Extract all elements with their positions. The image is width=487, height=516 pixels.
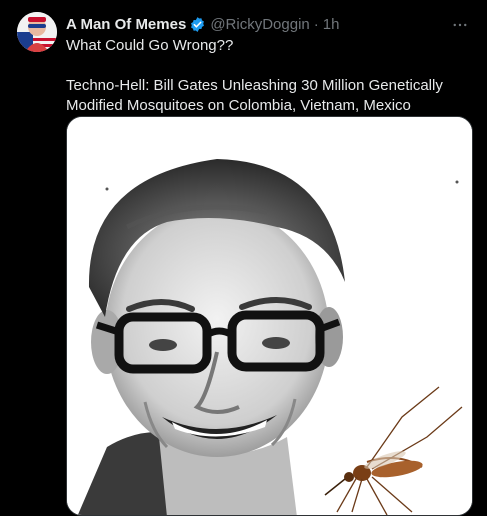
- verified-badge-icon: [189, 16, 206, 33]
- display-name[interactable]: A Man Of Memes: [66, 16, 186, 33]
- timestamp[interactable]: 1h: [323, 16, 340, 33]
- tweet-header: A Man Of Memes @RickyDoggin · 1h: [66, 14, 469, 34]
- tweet-text-line-2: Techno-Hell: Bill Gates Unleashing 30 Mi…: [66, 77, 443, 114]
- portrait-photo-icon: [67, 117, 472, 515]
- tweet-text: What Could Go Wrong?? Techno-Hell: Bill …: [66, 36, 466, 116]
- tweet-text-line-1: What Could Go Wrong??: [66, 37, 234, 54]
- more-options-icon[interactable]: [451, 16, 469, 38]
- avatar-image: [17, 12, 57, 52]
- tweet[interactable]: A Man Of Memes @RickyDoggin · 1h What Co…: [0, 0, 487, 516]
- avatar[interactable]: [17, 12, 57, 52]
- tweet-media-image[interactable]: [66, 116, 473, 516]
- separator-dot: ·: [313, 15, 319, 33]
- user-handle[interactable]: @RickyDoggin: [210, 16, 309, 33]
